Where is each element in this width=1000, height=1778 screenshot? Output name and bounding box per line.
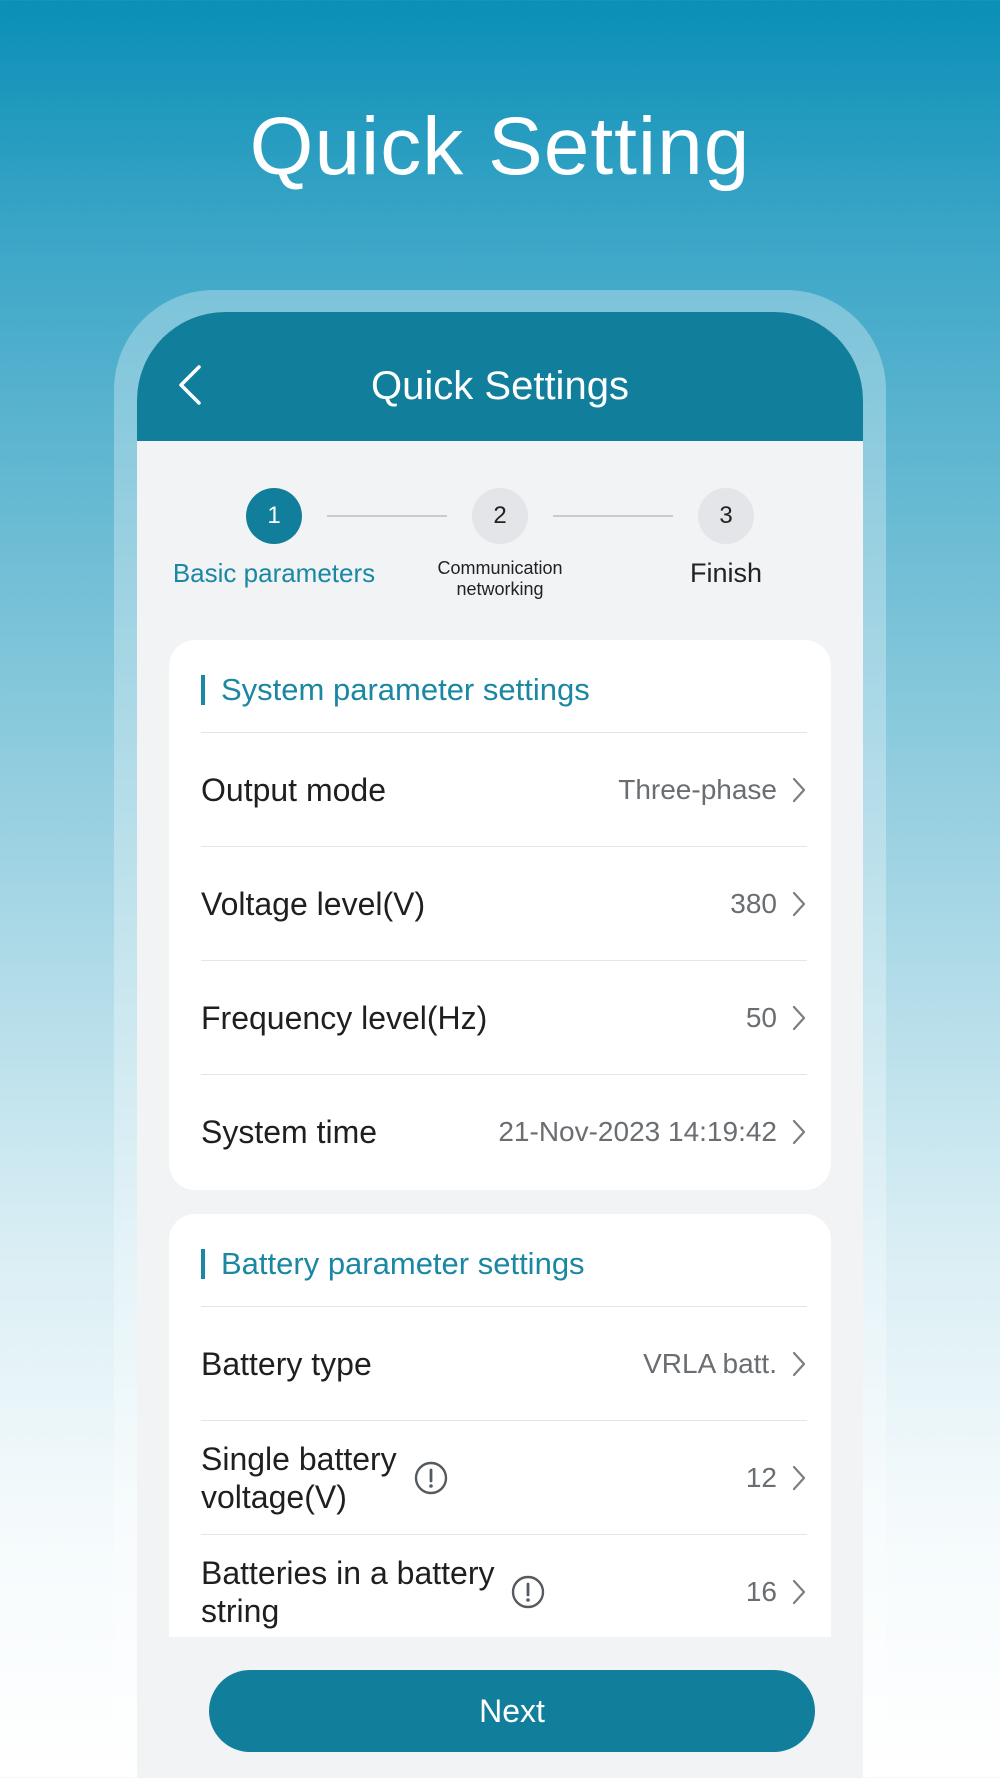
row-value: 380 xyxy=(730,887,777,919)
row-label-line1: Single battery xyxy=(201,1440,397,1477)
next-button[interactable]: Next xyxy=(209,1670,815,1752)
row-label-line2: voltage(V) xyxy=(201,1478,347,1515)
system-time-row[interactable]: System time 21-Nov-2023 14:19:42 xyxy=(201,1075,807,1189)
info-circle-icon[interactable] xyxy=(413,1460,449,1496)
row-label: Voltage level(V) xyxy=(201,885,426,922)
step-2-label-line1: Communication xyxy=(437,558,563,578)
batteries-in-string-row[interactable]: Batteries in a battery string 16 xyxy=(201,1535,807,1649)
row-label: Batteries in a battery string xyxy=(201,1554,546,1630)
step-1-circle[interactable]: 1 xyxy=(246,488,302,544)
chevron-right-icon xyxy=(792,1119,806,1145)
chevron-right-icon xyxy=(792,1465,806,1490)
chevron-right-icon xyxy=(792,1351,806,1376)
step-connector xyxy=(327,515,447,517)
step-connector xyxy=(553,515,673,517)
battery-type-row[interactable]: Battery type VRLA batt. xyxy=(201,1307,807,1421)
row-label-line1: Batteries in a battery xyxy=(201,1555,495,1591)
section-title-text: System parameter settings xyxy=(221,672,590,707)
row-label-line2: string xyxy=(201,1593,280,1629)
frequency-level-row[interactable]: Frequency level(Hz) 50 xyxy=(201,961,807,1075)
step-1-label: Basic parameters xyxy=(172,558,376,588)
row-label: Single battery voltage(V) xyxy=(201,1440,449,1516)
section-title: Battery parameter settings xyxy=(201,1244,585,1284)
row-label: Output mode xyxy=(201,771,386,808)
row-value: 21-Nov-2023 14:19:42 xyxy=(498,1116,777,1147)
row-label: Frequency level(Hz) xyxy=(201,999,488,1036)
battery-parameter-card: Battery parameter settings Battery type … xyxy=(169,1214,831,1664)
output-mode-row[interactable]: Output mode Three-phase xyxy=(201,733,807,847)
chevron-right-icon xyxy=(792,1005,806,1030)
app-header: Quick Settings xyxy=(137,312,863,441)
stepper: 1 2 3 Basic parameters Communication net… xyxy=(137,488,863,608)
section-title-bar xyxy=(201,675,205,705)
voltage-level-row[interactable]: Voltage level(V) 380 xyxy=(201,847,807,961)
chevron-right-icon xyxy=(792,777,806,802)
row-value: 12 xyxy=(745,1461,777,1493)
row-value: 50 xyxy=(745,1001,777,1033)
row-value: Three-phase xyxy=(618,773,777,805)
step-2-circle[interactable]: 2 xyxy=(472,488,528,544)
system-parameter-card: System parameter settings Output mode Th… xyxy=(169,640,831,1190)
row-value: 16 xyxy=(745,1576,777,1607)
row-label: Battery type xyxy=(201,1345,372,1382)
row-label-text: Single battery voltage(V) xyxy=(201,1440,397,1516)
section-title-text: Battery parameter settings xyxy=(221,1246,585,1281)
section-title: System parameter settings xyxy=(201,670,590,710)
chevron-right-icon xyxy=(792,1579,806,1605)
step-2-label-line2: networking xyxy=(456,579,544,599)
step-2-label: Communication networking xyxy=(380,558,620,600)
header-title: Quick Settings xyxy=(371,364,629,408)
row-label: System time xyxy=(201,1114,378,1150)
step-3-circle[interactable]: 3 xyxy=(698,488,754,544)
step-3-label: Finish xyxy=(689,558,763,588)
row-label-text: Batteries in a battery string xyxy=(201,1554,494,1630)
chevron-right-icon xyxy=(792,891,806,916)
app-screen: Quick Settings 1 2 3 Basic parameters Co… xyxy=(137,312,863,1778)
single-battery-voltage-row[interactable]: Single battery voltage(V) 12 xyxy=(201,1421,807,1535)
info-circle-icon[interactable] xyxy=(510,1574,546,1610)
promo-title: Quick Setting xyxy=(249,101,751,192)
row-value: VRLA batt. xyxy=(643,1347,777,1379)
section-title-bar xyxy=(201,1249,205,1279)
